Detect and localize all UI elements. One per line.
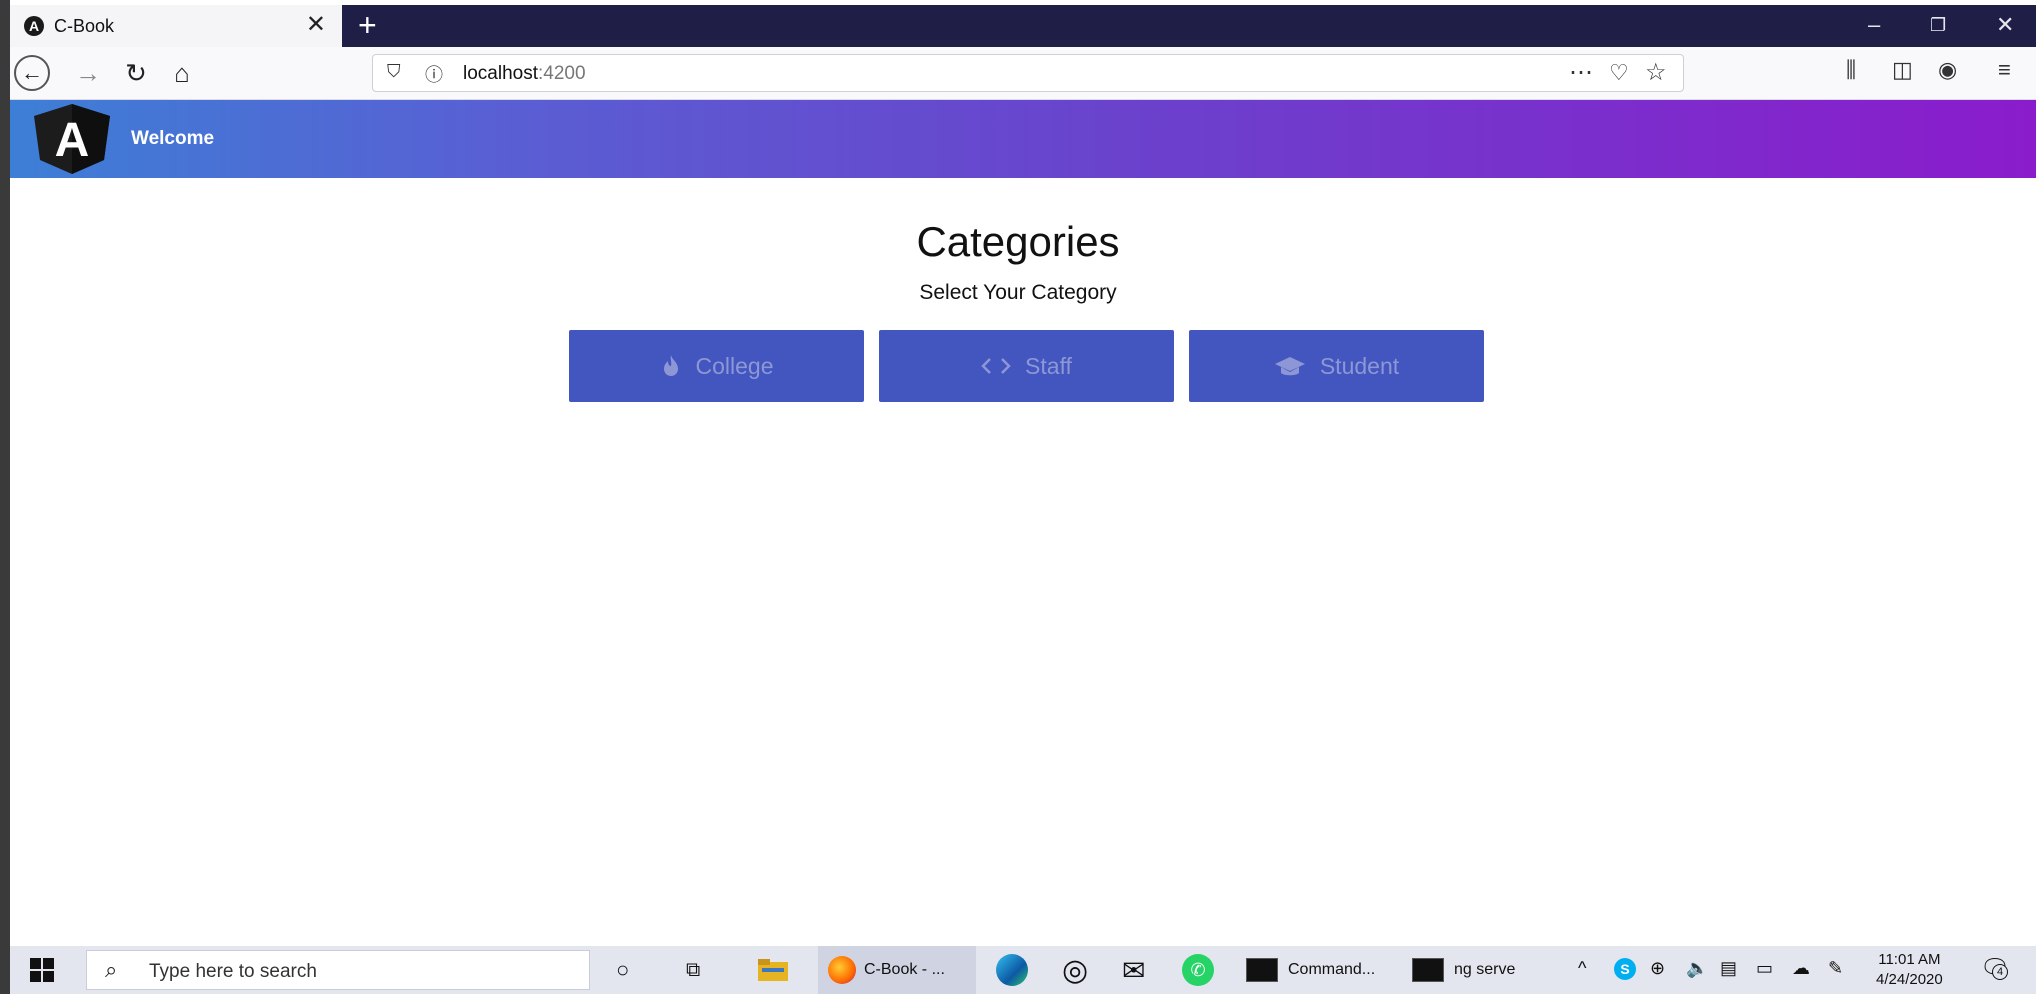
taskbar-command-label: Command... <box>1288 961 1376 978</box>
reload-icon[interactable]: ↻ <box>118 55 154 91</box>
app-ring-icon[interactable]: ◎ <box>1062 946 1088 994</box>
student-button-label: Student <box>1319 352 1400 379</box>
page-subtitle: Select Your Category <box>919 281 1117 304</box>
taskbar-clock[interactable]: 11:01 AM 4/24/2020 <box>1876 950 1943 990</box>
menu-icon[interactable]: ≡ <box>1998 57 2011 83</box>
code-icon <box>981 356 1011 376</box>
close-window-icon[interactable]: ✕ <box>1996 11 2014 39</box>
file-explorer-icon[interactable] <box>758 946 788 994</box>
tracking-shield-icon[interactable]: ⛉ <box>387 61 401 82</box>
site-info-icon[interactable]: ⓘ <box>425 61 443 87</box>
new-tab-icon[interactable]: + <box>358 8 377 42</box>
college-button-label: College <box>695 352 774 379</box>
taskbar-firefox-item[interactable]: C-Book - ... <box>818 946 976 994</box>
address-bar[interactable]: ⛉ ⓘ localhost:4200 ⋯ ♡ ☆ <box>372 54 1684 92</box>
mail-icon[interactable]: ✉ <box>1122 946 1145 994</box>
search-icon: ⌕ <box>105 957 118 982</box>
windows-taskbar: ⌕ Type here to search ○ ⧉ C-Book - ... ◎… <box>10 946 2036 994</box>
browser-tab[interactable]: A C-Book ✕ <box>10 5 342 47</box>
browser-navbar: ← → ↻ ⌂ ⛉ ⓘ localhost:4200 ⋯ ♡ ☆ ⫼ ◫ ◉ ≡ <box>10 47 2036 100</box>
browser-tab-strip: A C-Book ✕ + – ❐ ✕ <box>10 5 2036 47</box>
college-button[interactable]: College <box>569 330 864 402</box>
volume-icon[interactable]: 🔈 <box>1686 958 1708 979</box>
bookmark-star-icon[interactable]: ☆ <box>1645 58 1667 87</box>
taskbar-firefox-label: C-Book - ... <box>864 961 945 978</box>
pocket-icon[interactable]: ♡ <box>1609 60 1629 86</box>
restore-icon[interactable]: ❐ <box>1930 11 1946 39</box>
notification-center-icon[interactable]: 🗨4 <box>1980 954 2010 983</box>
back-arrow-icon[interactable]: ← <box>14 55 50 91</box>
sidebar-icon[interactable]: ◫ <box>1892 57 1913 83</box>
windows-start-icon[interactable] <box>30 958 54 982</box>
app-header: A Welcome <box>10 100 2036 178</box>
task-view-icon[interactable]: ⧉ <box>686 946 700 994</box>
graduation-cap-icon <box>1274 355 1306 377</box>
clock-date: 4/24/2020 <box>1876 971 1943 988</box>
student-button[interactable]: Student <box>1189 330 1484 402</box>
window-frame <box>0 0 10 994</box>
notification-count-badge: 4 <box>1992 964 2008 980</box>
cloud-icon[interactable]: ☁ <box>1792 958 1810 979</box>
cortana-icon[interactable]: ○ <box>616 946 629 994</box>
keyboard-icon[interactable]: ▤ <box>1720 958 1737 979</box>
network-icon[interactable]: ⊕ <box>1650 958 1665 979</box>
angular-favicon-icon: A <box>24 16 44 36</box>
minimize-icon[interactable]: – <box>1868 11 1880 39</box>
account-icon[interactable]: ◉ <box>1938 57 1957 83</box>
chevron-up-icon[interactable]: ^ <box>1578 958 1586 979</box>
forward-arrow-icon[interactable]: → <box>70 55 106 91</box>
page-title: Categories <box>916 218 1120 265</box>
taskbar-search-box[interactable]: ⌕ Type here to search <box>86 950 590 990</box>
edge-icon[interactable] <box>996 946 1028 994</box>
terminal-icon <box>1412 958 1444 982</box>
tab-title: C-Book <box>54 15 115 36</box>
taskbar-command-item[interactable]: Command... <box>1246 946 1375 994</box>
welcome-link[interactable]: Welcome <box>131 128 214 150</box>
pen-icon[interactable]: ✎ <box>1828 958 1843 979</box>
terminal-icon <box>1246 958 1278 982</box>
firefox-icon <box>828 956 856 984</box>
clock-time: 11:01 AM <box>1878 951 1941 968</box>
taskbar-ng-serve-label: ng serve <box>1454 961 1516 978</box>
battery-icon[interactable]: ▭ <box>1756 958 1773 979</box>
library-icon[interactable]: ⫼ <box>1846 57 1856 83</box>
svg-text:A: A <box>55 114 90 167</box>
taskbar-search-placeholder: Type here to search <box>149 961 317 982</box>
staff-button-label: Staff <box>1025 352 1072 379</box>
page-actions-icon[interactable]: ⋯ <box>1569 58 1593 87</box>
whatsapp-icon[interactable]: ✆ <box>1182 946 1214 994</box>
taskbar-ng-serve-item[interactable]: ng serve <box>1412 946 1515 994</box>
angular-logo-icon: A <box>34 104 110 174</box>
skype-icon[interactable]: S <box>1614 958 1636 980</box>
fire-icon <box>660 354 682 378</box>
home-icon[interactable]: ⌂ <box>164 55 200 91</box>
close-tab-icon[interactable]: ✕ <box>306 13 326 37</box>
staff-button[interactable]: Staff <box>879 330 1174 402</box>
url-text[interactable]: localhost:4200 <box>463 63 586 85</box>
